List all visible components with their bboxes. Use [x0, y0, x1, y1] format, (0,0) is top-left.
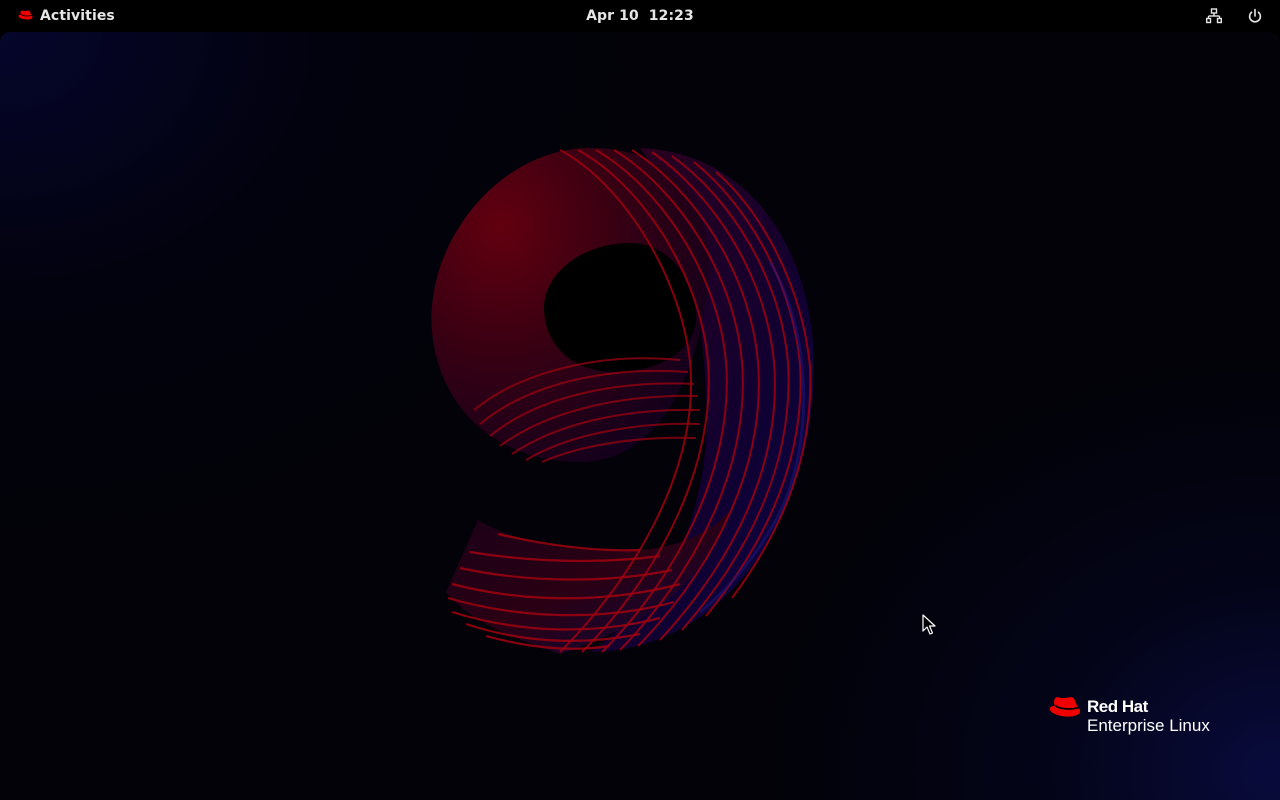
- brand-text: Red Hat Enterprise Linux: [1087, 696, 1210, 734]
- red-hat-logo-icon: [18, 10, 33, 20]
- system-menu-button[interactable]: [1243, 0, 1267, 32]
- network-wired-icon: [1206, 8, 1222, 24]
- power-icon: [1248, 8, 1262, 23]
- clock-area: Apr 10 12:23: [0, 0, 1280, 32]
- network-status-button[interactable]: [1202, 0, 1226, 32]
- activities-label: Activities: [40, 8, 115, 24]
- brand-name: Red Hat: [1087, 697, 1148, 716]
- red-hat-enterprise-linux-logo: Red Hat Enterprise Linux: [1048, 696, 1210, 734]
- red-hat-logo-icon: [1049, 697, 1081, 717]
- top-panel: Activities Apr 10 12:23: [0, 0, 1280, 32]
- wallpaper-nine-graphic: [431, 148, 814, 654]
- brand-product: Enterprise Linux: [1087, 716, 1210, 735]
- activities-button[interactable]: Activities: [12, 0, 121, 32]
- clock-button[interactable]: Apr 10 12:23: [586, 8, 694, 24]
- desktop-screen: Activities Apr 10 12:23 Red Hat Enterpri…: [0, 0, 1280, 800]
- mouse-pointer-icon: [922, 614, 936, 635]
- desktop-background[interactable]: Red Hat Enterprise Linux: [0, 32, 1280, 800]
